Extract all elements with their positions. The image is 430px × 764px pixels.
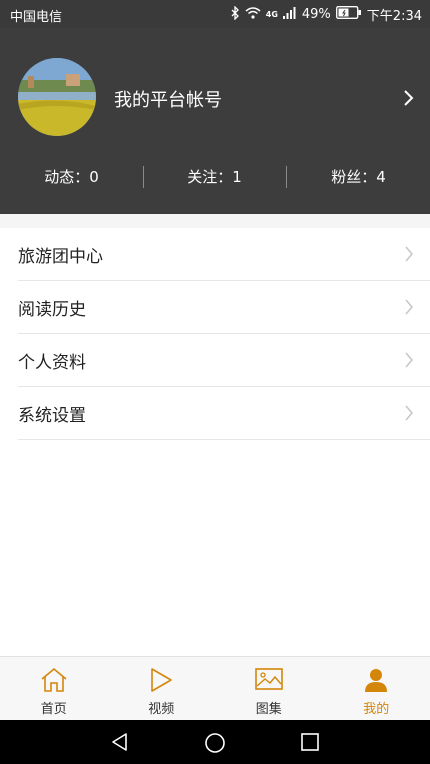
bottom-tab-bar: 首页 视频 图集 我的 [0, 656, 430, 720]
section-divider [0, 214, 430, 228]
tab-label: 视频 [148, 702, 175, 717]
menu-item-tour-center[interactable]: 旅游团中心 [18, 228, 430, 281]
tab-home[interactable]: 首页 [0, 657, 108, 720]
chevron-right-icon [404, 404, 414, 422]
menu-item-label: 阅读历史 [18, 300, 86, 320]
menu-item-profile-info[interactable]: 个人资料 [18, 334, 430, 387]
tab-gallery[interactable]: 图集 [215, 657, 323, 720]
tab-label: 图集 [255, 702, 282, 717]
home-circle-icon[interactable] [204, 732, 226, 754]
menu-item-label: 系统设置 [18, 406, 86, 426]
chevron-right-icon [404, 351, 414, 369]
tab-mine[interactable]: 我的 [323, 657, 430, 720]
network-badge: 4G [265, 9, 278, 19]
account-name[interactable]: 我的平台帐号 [114, 86, 222, 112]
menu-item-label: 旅游团中心 [18, 247, 103, 267]
clock: 下午2:34 [366, 9, 422, 24]
tab-label: 我的 [363, 702, 390, 717]
tab-label: 首页 [40, 702, 67, 717]
status-icons: 4G 49% 下午2:34 [230, 4, 422, 24]
chevron-right-icon [404, 298, 414, 316]
back-icon[interactable] [110, 732, 130, 752]
chevron-right-icon[interactable] [402, 88, 416, 108]
wifi-icon [245, 6, 261, 23]
menu-item-system-settings[interactable]: 系统设置 [18, 387, 430, 440]
battery-percent: 49% [301, 7, 331, 22]
profile-stats: 动态：0 关注：1 粉丝：4 [0, 164, 430, 190]
stat-fans[interactable]: 粉丝：4 [287, 166, 430, 187]
stat-following[interactable]: 关注：1 [143, 166, 286, 187]
menu-item-reading-history[interactable]: 阅读历史 [18, 281, 430, 334]
recents-icon[interactable] [300, 732, 320, 752]
signal-icon [282, 6, 297, 23]
system-nav-bar [0, 720, 430, 764]
tab-video[interactable]: 视频 [108, 657, 216, 720]
bluetooth-icon [230, 4, 240, 24]
status-bar: 中国电信 4G 49% 下午2:34 [0, 0, 430, 28]
avatar[interactable] [18, 58, 96, 136]
menu-list: 旅游团中心 阅读历史 个人资料 系统设置 [0, 228, 430, 440]
chevron-right-icon [404, 245, 414, 263]
stat-dynamics[interactable]: 动态：0 [0, 166, 143, 187]
profile-header: 我的平台帐号 动态：0 关注：1 粉丝：4 [0, 28, 430, 214]
menu-item-label: 个人资料 [18, 353, 86, 373]
battery-icon [335, 6, 362, 23]
carrier-label: 中国电信 [10, 10, 63, 25]
